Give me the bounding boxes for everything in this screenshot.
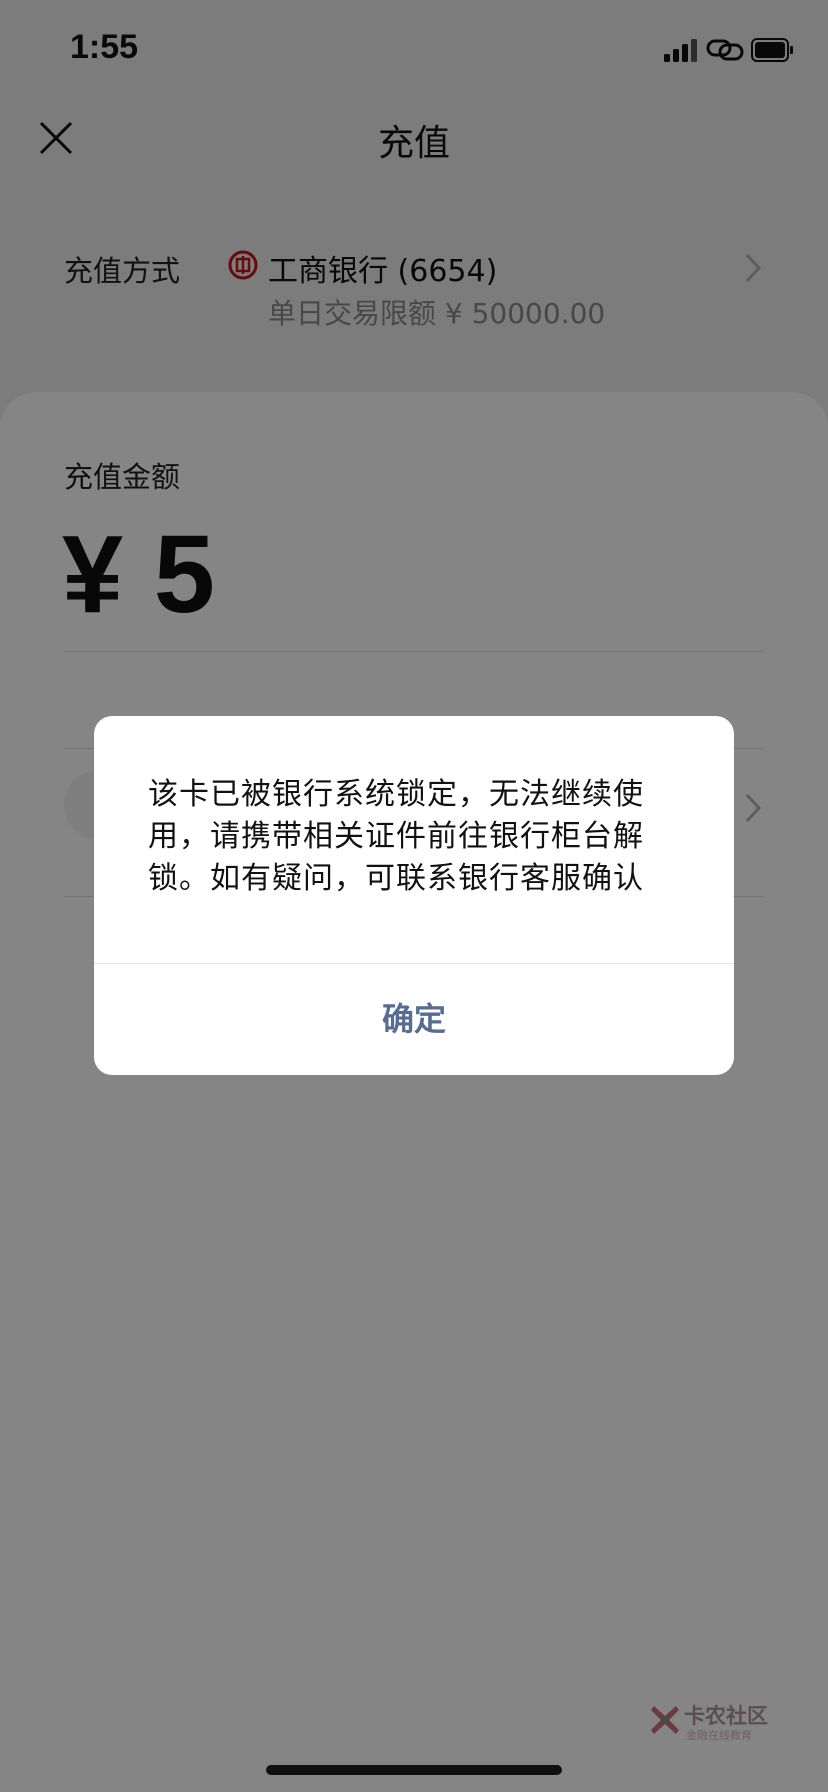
watermark-title: 卡农社区: [684, 1704, 768, 1728]
watermark: 卡农社区 金融在线教育: [648, 1700, 768, 1742]
watermark-subtitle: 金融在线教育: [686, 1729, 752, 1742]
watermark-logo-icon: [651, 1706, 679, 1734]
alert-dialog: 该卡已被银行系统锁定，无法继续使用，请携带相关证件前往银行柜台解锁。如有疑问，可…: [94, 716, 734, 1075]
home-indicator[interactable]: [266, 1765, 562, 1775]
confirm-button[interactable]: 确定: [94, 964, 734, 1075]
recharge-screen: 1:55 充值 充值方式 工商银行 (6654) 单日交易限额 ¥ 50000.…: [0, 0, 828, 1792]
dialog-message: 该卡已被银行系统锁定，无法继续使用，请携带相关证件前往银行柜台解锁。如有疑问，可…: [148, 777, 644, 896]
